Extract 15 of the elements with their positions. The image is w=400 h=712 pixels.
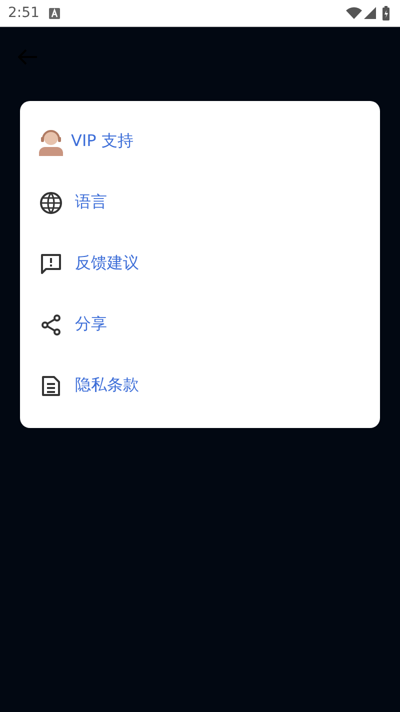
battery-icon — [382, 6, 390, 20]
document-icon — [39, 374, 63, 398]
share-icon — [39, 312, 63, 336]
notification-icon — [49, 8, 60, 18]
menu-item[interactable]: VIP 支持 — [20, 111, 380, 172]
feedback-icon — [39, 252, 63, 276]
wifi-icon — [346, 7, 362, 19]
menu-item[interactable]: 分享 — [20, 294, 380, 355]
menu-item[interactable]: 语言 — [20, 172, 380, 233]
globe-icon — [39, 190, 63, 214]
signal-icon — [364, 7, 376, 19]
headset-person-icon — [37, 128, 65, 156]
menu-item[interactable]: 隐私条款 — [20, 355, 380, 416]
menu-item[interactable]: 反馈建议 — [20, 233, 380, 294]
status-time: 2:51 — [8, 5, 40, 21]
